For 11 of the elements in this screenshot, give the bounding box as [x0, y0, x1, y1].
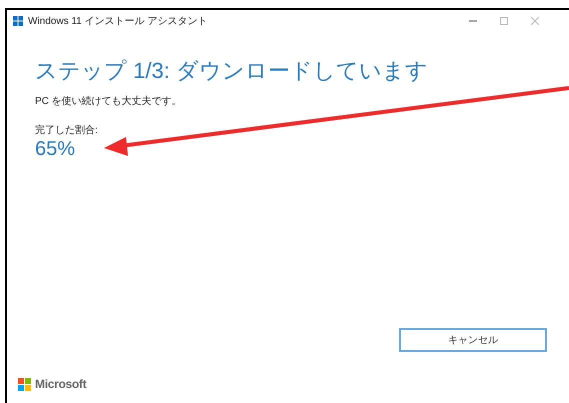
windows-logo-icon — [13, 16, 23, 26]
maximize-icon[interactable] — [500, 17, 508, 25]
progress-label: 完了した割合: — [35, 124, 99, 138]
microsoft-logo-icon — [18, 378, 31, 390]
brand-name: Microsoft — [35, 376, 86, 393]
heading: ステップ 1/3: ダウンロードしています — [35, 57, 429, 85]
close-icon[interactable] — [531, 17, 539, 25]
window-title: Windows 11 インストール アシスタント — [28, 14, 208, 28]
progress-value: 65% — [35, 138, 76, 160]
subtitle: PC を使い続けても大丈夫です。 — [35, 94, 183, 109]
cancel-button[interactable]: キャンセル — [399, 328, 547, 352]
